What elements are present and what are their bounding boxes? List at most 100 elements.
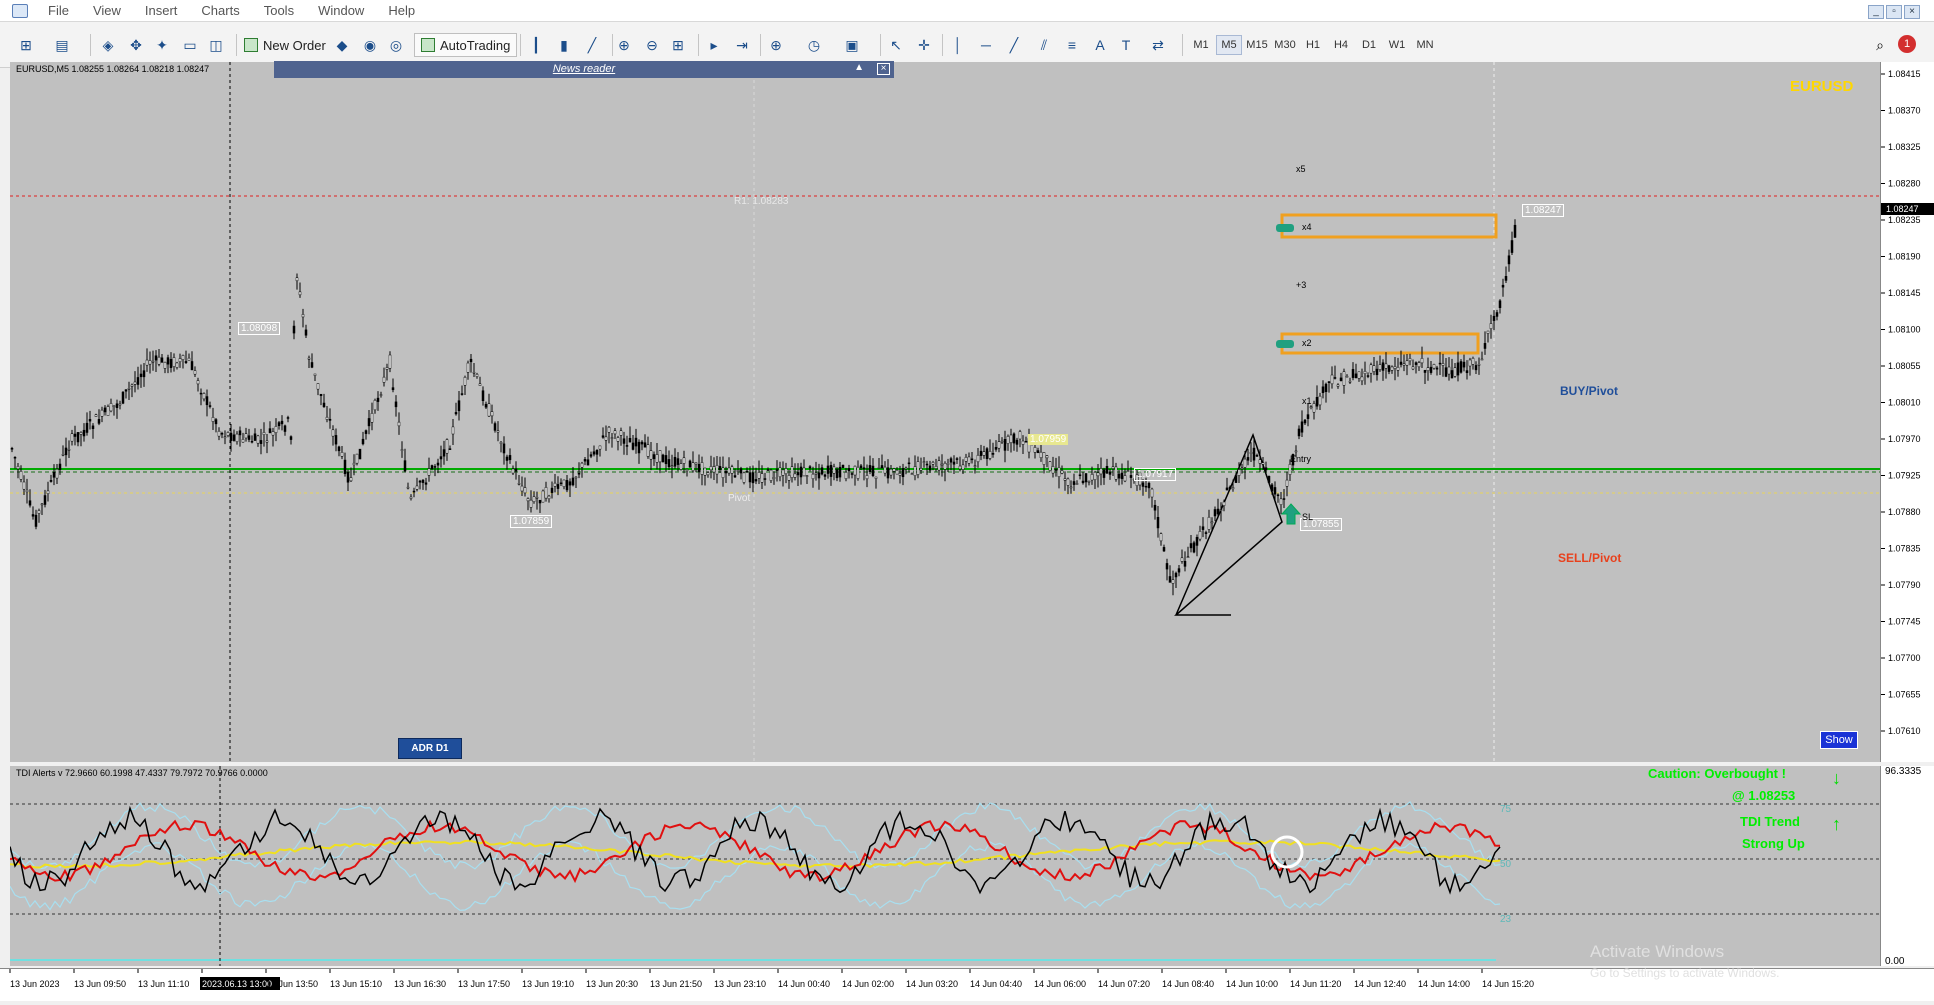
menu-file[interactable]: File [36, 0, 81, 22]
periods-icon[interactable]: ◷ [804, 35, 824, 55]
menu-tools[interactable]: Tools [252, 0, 306, 22]
news-reader-bar[interactable]: News reader ▲ × [274, 61, 894, 78]
tf-m5[interactable]: M5 [1216, 35, 1242, 55]
candle-body [892, 468, 896, 472]
zoom-in-icon[interactable]: ⊕ [614, 35, 634, 55]
tf-m1[interactable]: M1 [1188, 35, 1214, 55]
candle-body [964, 456, 968, 462]
candle-body [550, 487, 554, 493]
tf-h1[interactable]: H1 [1300, 35, 1326, 55]
menu-insert[interactable]: Insert [133, 0, 190, 22]
signals-icon[interactable]: ◎ [386, 35, 406, 55]
candle-body [643, 442, 647, 448]
tf-d1[interactable]: D1 [1356, 35, 1382, 55]
menu-charts[interactable]: Charts [189, 0, 251, 22]
tdi-indicator-panel[interactable] [9, 766, 1880, 966]
candle-body [412, 490, 416, 493]
tf-m15[interactable]: M15 [1244, 35, 1270, 55]
candle-body [286, 417, 290, 419]
zoom-out-icon[interactable]: ⊖ [642, 35, 662, 55]
mql-market-icon[interactable]: ◉ [360, 35, 380, 55]
indicators-icon[interactable]: ⊕ [766, 35, 786, 55]
candle-body [544, 487, 548, 499]
tf-w1[interactable]: W1 [1384, 35, 1410, 55]
menu-help[interactable]: Help [376, 0, 427, 22]
market-watch-icon[interactable]: ◈ [98, 35, 118, 55]
level-75-label: 75 [1500, 804, 1512, 815]
arrows-icon[interactable]: ⇄ [1148, 35, 1168, 55]
channel-icon[interactable]: ⫽ [1034, 35, 1054, 55]
bar-chart-icon[interactable]: ┃ [526, 35, 546, 55]
autotrading-button[interactable]: AutoTrading [414, 33, 518, 57]
horizontal-line-icon[interactable]: ─ [976, 35, 996, 55]
news-reader-title[interactable]: News reader [274, 63, 894, 75]
candle-body [574, 476, 578, 479]
chart-shift-icon[interactable]: ⇥ [732, 35, 752, 55]
candle-body [496, 430, 500, 433]
tf-h4[interactable]: H4 [1328, 35, 1354, 55]
candle-body [466, 362, 470, 373]
menu-view[interactable]: View [81, 0, 133, 22]
price-tick-label: 1.07700 [1888, 653, 1921, 663]
data-window-icon[interactable]: ✥ [126, 35, 146, 55]
adr-d1-button[interactable]: ADR D1 [398, 738, 462, 759]
line-chart-icon[interactable]: ╱ [582, 35, 602, 55]
candle-body [535, 496, 539, 499]
candle-body [511, 468, 515, 474]
candlestick-icon[interactable]: ▮ [554, 35, 574, 55]
price-chart[interactable] [10, 62, 1880, 762]
show-button[interactable]: Show [1820, 731, 1858, 749]
tester-icon[interactable]: ◫ [206, 35, 226, 55]
crosshair-icon[interactable]: ✛ [914, 35, 934, 55]
target-x5: x5 [1296, 164, 1306, 174]
autoscroll-icon[interactable]: ▸ [704, 35, 724, 55]
text-icon[interactable]: A [1090, 35, 1110, 55]
profiles-icon[interactable]: ▤ [52, 35, 72, 55]
trendline-icon[interactable]: ╱ [1004, 35, 1024, 55]
new-chart-icon[interactable]: ⊞ [16, 35, 36, 55]
vertical-line-icon[interactable]: │ [948, 35, 968, 55]
candle-body [91, 425, 95, 430]
candle-body [961, 464, 965, 470]
candle-body [19, 471, 23, 480]
candle-body [79, 432, 83, 435]
candle-body [1270, 484, 1274, 492]
news-close-icon[interactable]: × [877, 63, 890, 75]
candle-body [49, 480, 53, 482]
candle-body [1492, 315, 1496, 321]
navigator-icon[interactable]: ✦ [152, 35, 172, 55]
tf-mn[interactable]: MN [1412, 35, 1438, 55]
candle-body [472, 371, 476, 374]
candle-body [1486, 330, 1490, 334]
cursor-icon[interactable]: ↖ [886, 35, 906, 55]
restore-button[interactable]: ▫ [1886, 5, 1902, 19]
candle-body [349, 477, 353, 482]
candle-body [1435, 367, 1439, 370]
candle-body [1165, 563, 1169, 570]
minimize-button[interactable]: _ [1868, 5, 1884, 19]
metaeditor-icon[interactable]: ◆ [332, 35, 352, 55]
candle-body [940, 463, 944, 466]
tdi-svg [9, 766, 1880, 966]
text-label-icon[interactable]: T [1116, 35, 1136, 55]
tf-m30[interactable]: M30 [1272, 35, 1298, 55]
notification-icon[interactable]: 1 [1898, 35, 1916, 53]
candle-body [1477, 363, 1481, 366]
candle-body [652, 454, 656, 460]
candle-body [1288, 463, 1292, 475]
candle-body [358, 448, 362, 460]
tile-windows-icon[interactable]: ⊞ [668, 35, 688, 55]
close-button[interactable]: × [1904, 5, 1920, 19]
collapse-arrow-icon[interactable]: ▲ [854, 62, 864, 73]
search-icon[interactable]: ⌕ [1870, 35, 1890, 55]
candle-body [1399, 361, 1403, 365]
candle-body [604, 436, 608, 441]
new-order-button[interactable]: New Order [244, 33, 326, 57]
templates-icon[interactable]: ▣ [842, 35, 862, 55]
fibonacci-icon[interactable]: ≡ [1062, 35, 1082, 55]
candle-body [250, 440, 254, 443]
candle-body [1459, 361, 1463, 373]
terminal-icon[interactable]: ▭ [180, 35, 200, 55]
menu-window[interactable]: Window [306, 0, 376, 22]
candle-body [787, 475, 791, 481]
